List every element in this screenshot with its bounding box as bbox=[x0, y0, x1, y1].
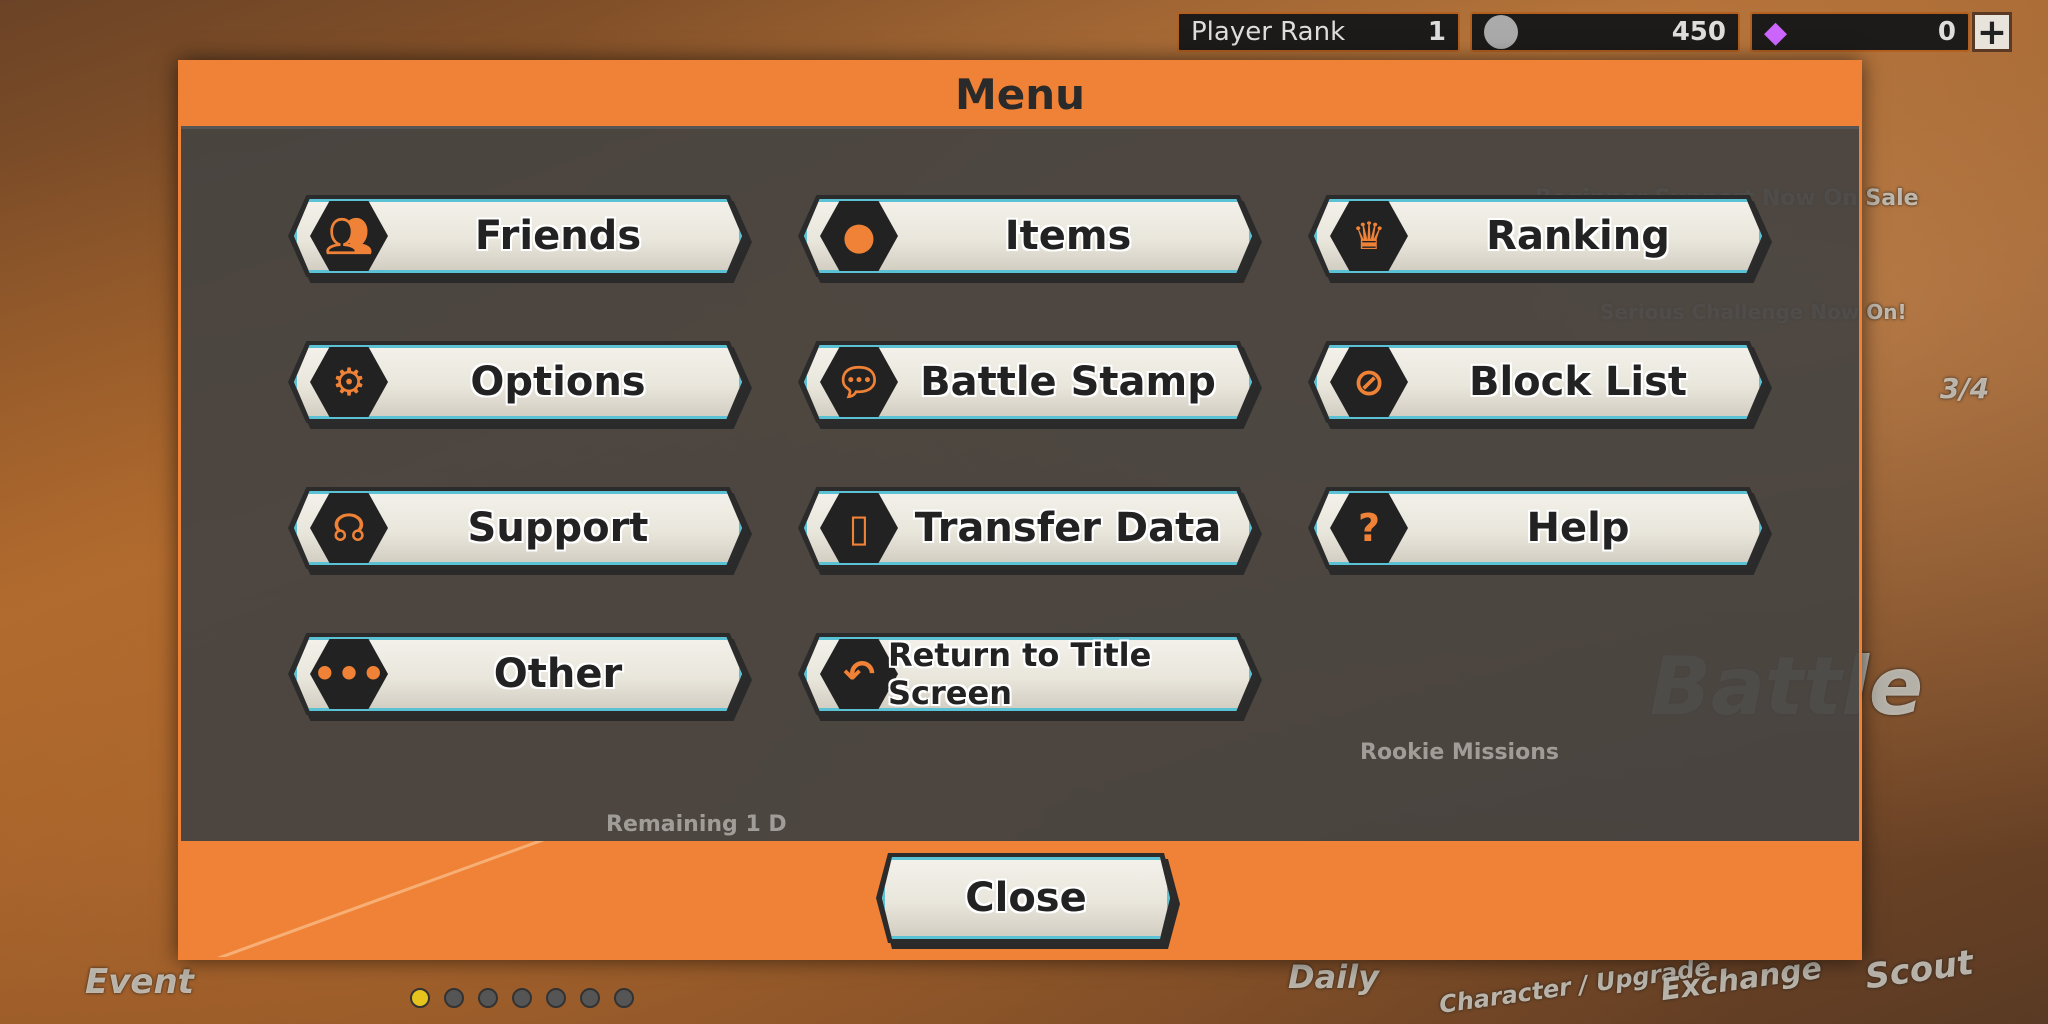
button-label: Other bbox=[493, 651, 623, 697]
block-list-button[interactable]: ⊘ Block List bbox=[1308, 341, 1768, 423]
gem-count: 0 bbox=[1937, 17, 1956, 47]
nav-event[interactable]: Event bbox=[85, 962, 194, 1002]
rookie-missions[interactable]: Rookie Missions bbox=[1360, 740, 1559, 765]
add-gems-button[interactable]: + bbox=[1972, 12, 2012, 53]
menu-footer: Close bbox=[181, 841, 1859, 957]
player-rank-value: 1 bbox=[1427, 17, 1446, 47]
player-rank-box: Player Rank 1 bbox=[1177, 12, 1460, 52]
coin-icon bbox=[1484, 15, 1518, 49]
remaining-text: Remaining 1 D bbox=[606, 812, 787, 837]
options-button[interactable]: ⚙ Options bbox=[288, 341, 748, 423]
button-label: Return to Title Screen bbox=[888, 636, 1152, 712]
transfer-data-button[interactable]: ▯ Transfer Data bbox=[798, 487, 1258, 569]
return-to-title-button[interactable]: ↶ Return to Title Screen bbox=[798, 633, 1258, 715]
chest-count: 3/4 bbox=[1940, 372, 1990, 405]
button-label: Support bbox=[467, 505, 649, 551]
battle-stamp-button[interactable]: 💬︎ Battle Stamp bbox=[798, 341, 1258, 423]
button-label: Block List bbox=[1468, 359, 1688, 405]
items-button[interactable]: ● Items bbox=[798, 195, 1258, 277]
menu-title: Menu bbox=[954, 70, 1086, 119]
menu-content: 👥︎ Friends ● Items ♛ Ranking ⚙ Options 💬︎ Bat… bbox=[181, 129, 1859, 841]
menu-titlebar: Menu bbox=[181, 63, 1859, 129]
button-label: Transfer Data bbox=[914, 505, 1222, 551]
close-label: Close bbox=[965, 875, 1087, 921]
button-label: Help bbox=[1526, 505, 1630, 551]
help-button[interactable]: ? Help bbox=[1308, 487, 1768, 569]
menu-dialog: Menu 👥︎ Friends ● Items ♛ Ranking ⚙ Options … bbox=[178, 60, 1862, 960]
button-label: Battle Stamp bbox=[920, 359, 1216, 405]
gem-box: ◆ 0 bbox=[1750, 12, 1970, 52]
button-label: Ranking bbox=[1486, 213, 1670, 259]
coin-count: 450 bbox=[1671, 17, 1726, 47]
ranking-button[interactable]: ♛ Ranking bbox=[1308, 195, 1768, 277]
coin-box: 450 bbox=[1470, 12, 1740, 52]
nav-daily[interactable]: Daily bbox=[1288, 958, 1379, 996]
other-button[interactable]: ••• Other bbox=[288, 633, 748, 715]
button-label: Friends bbox=[474, 213, 642, 259]
player-rank-label: Player Rank bbox=[1191, 17, 1346, 47]
button-label: Items bbox=[1004, 213, 1132, 259]
carousel-dots[interactable] bbox=[410, 988, 634, 1008]
gem-icon: ◆ bbox=[1764, 14, 1788, 50]
close-button[interactable]: Close bbox=[876, 853, 1176, 943]
support-button[interactable]: ☊ Support bbox=[288, 487, 748, 569]
button-label: Options bbox=[470, 359, 646, 405]
friends-button[interactable]: 👥︎ Friends bbox=[288, 195, 748, 277]
